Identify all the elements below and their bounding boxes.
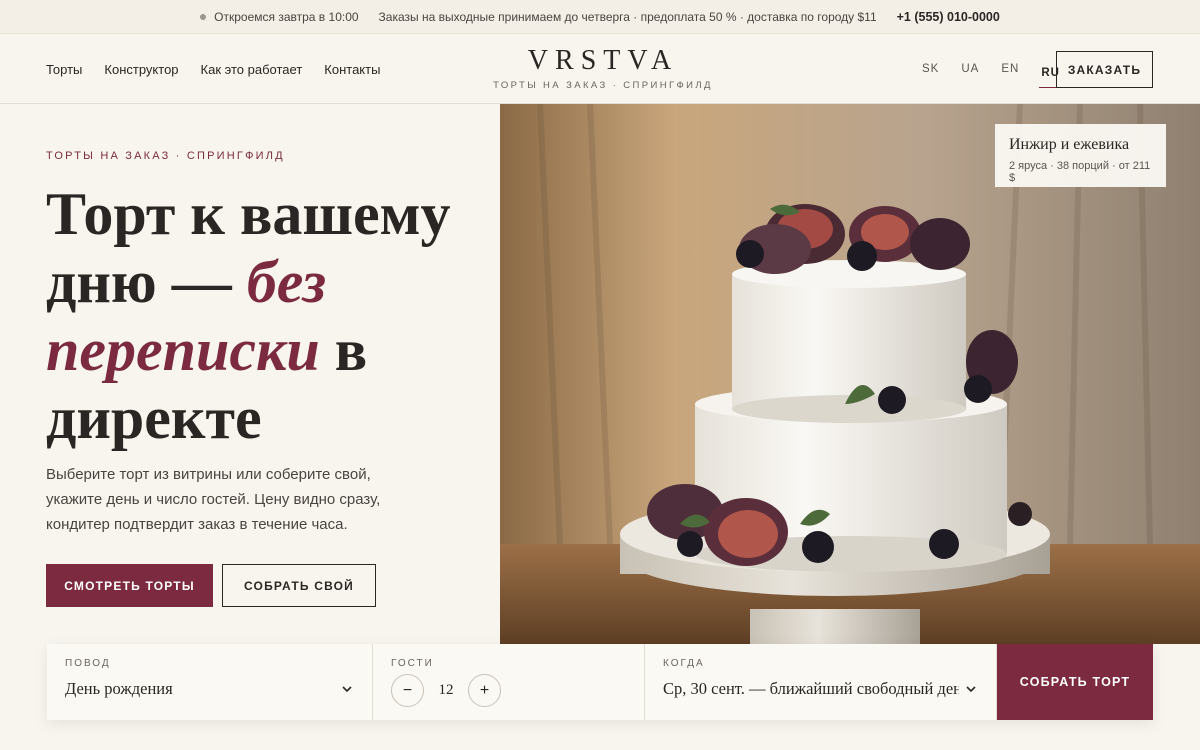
chevron-down-icon xyxy=(966,686,976,693)
date-select[interactable]: КОГДА Ср, 30 сент. — ближайший свободный… xyxy=(645,644,997,720)
badge-title: Инжир и ежевика xyxy=(1009,136,1130,153)
main-nav: Торты Конструктор Как это работает Конта… xyxy=(46,34,380,104)
hero-description: Выберите торт из витрины или соберите св… xyxy=(46,466,381,533)
announcement-bar: Откроемся завтра в 10:00 Заказы на выход… xyxy=(0,0,1200,34)
language-switcher: SK UA EN RU xyxy=(920,34,1062,104)
guests-field: ГОСТИ − 12 + xyxy=(373,644,645,720)
nav-item-builder[interactable]: Конструктор xyxy=(104,62,178,77)
site-header: Торты Конструктор Как это работает Конта… xyxy=(0,34,1200,104)
phone-link[interactable]: +1 (555) 010-0000 xyxy=(897,10,1000,24)
hero-eyebrow: ТОРТЫ НА ЗАКАЗ · СПРИНГФИЛД xyxy=(46,150,285,162)
order-info-text: Заказы на выходные принимаем до четверга… xyxy=(378,9,877,24)
build-cake-submit-button[interactable]: СОБРАТЬ ТОРТ xyxy=(997,644,1153,720)
logo[interactable]: VRSTVA ТОРТЫ НА ЗАКАЗ · СПРИНГФИЛД xyxy=(470,45,736,92)
occasion-value: День рождения xyxy=(65,679,173,698)
guests-label: ГОСТИ xyxy=(391,658,434,669)
guests-count: 12 xyxy=(438,682,454,698)
logo-tagline: ТОРТЫ НА ЗАКАЗ · СПРИНГФИЛД xyxy=(493,80,713,91)
nav-item-how-it-works[interactable]: Как это работает xyxy=(201,62,303,77)
featured-cake-badge[interactable]: Инжир и ежевика 2 яруса · 38 порций · от… xyxy=(995,124,1166,187)
occasion-select[interactable]: ПОВОД День рождения xyxy=(47,644,373,720)
date-value: Ср, 30 сент. — ближайший свободный день xyxy=(663,679,959,698)
lang-sk[interactable]: SK xyxy=(920,59,941,79)
view-cakes-button[interactable]: СМОТРЕТЬ ТОРТЫ xyxy=(46,564,213,607)
lang-ua[interactable]: UA xyxy=(959,59,981,79)
nav-item-contacts[interactable]: Контакты xyxy=(324,62,380,77)
lang-en[interactable]: EN xyxy=(999,59,1021,79)
order-button[interactable]: ЗАКАЗАТЬ xyxy=(1056,51,1153,88)
build-own-button[interactable]: СОБРАТЬ СВОЙ xyxy=(222,564,376,607)
chevron-down-icon xyxy=(342,686,352,693)
booking-form: ПОВОД День рождения ГОСТИ − 12 + КОГДА С… xyxy=(47,644,1153,720)
guests-decrement-button[interactable]: − xyxy=(391,674,424,707)
status-dot-icon xyxy=(200,13,207,20)
guests-stepper: − 12 + xyxy=(391,674,626,707)
hero-headline: Торт к вашему дню — без переписки в дире… xyxy=(46,180,486,452)
nav-item-cakes[interactable]: Торты xyxy=(46,62,82,77)
opening-status-text: Откроемся завтра в 10:00 xyxy=(214,9,359,24)
guests-increment-button[interactable]: + xyxy=(468,674,501,707)
date-label: КОГДА xyxy=(663,658,705,669)
logo-name: VRSTVA xyxy=(527,45,679,76)
opening-status: Откроемся завтра в 10:00 xyxy=(200,9,359,24)
badge-subtitle: 2 яруса · 38 порций · от 211 $ xyxy=(1009,160,1151,184)
occasion-label: ПОВОД xyxy=(65,658,111,669)
